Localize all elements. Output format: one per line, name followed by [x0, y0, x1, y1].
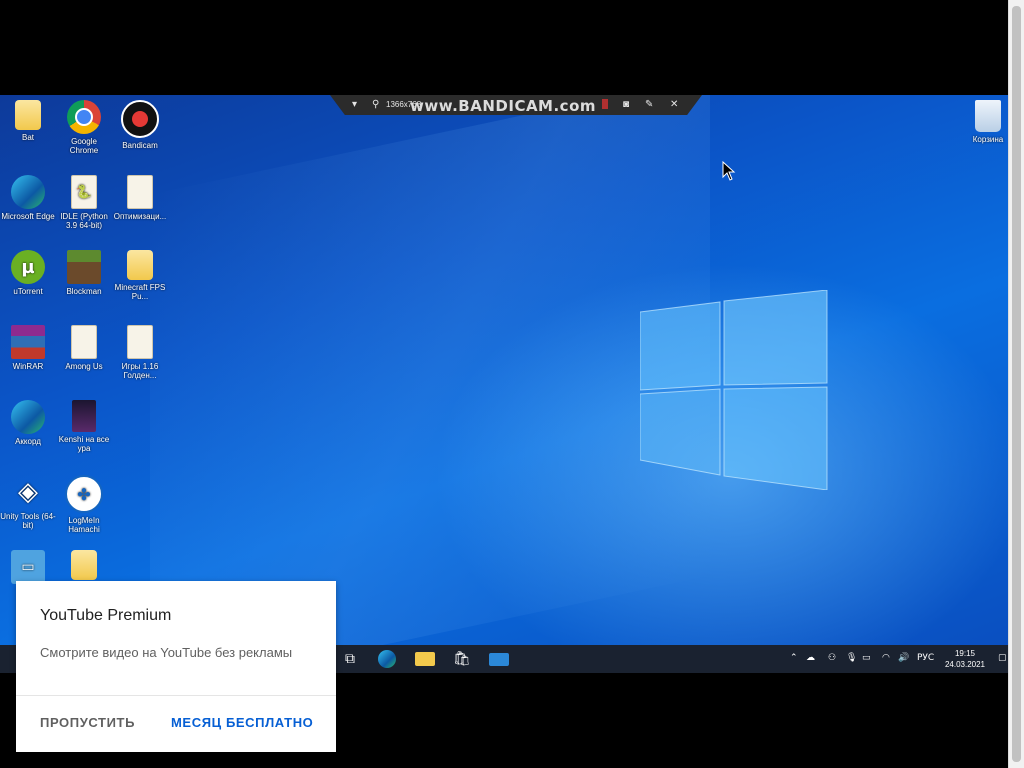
file-explorer-icon[interactable]: [415, 652, 435, 666]
desktop-icon-label: Игры 1.16 Голден...: [121, 362, 159, 380]
desktop-icon-label: uTorrent: [13, 287, 43, 296]
scrollbar-thumb[interactable]: [1012, 6, 1021, 762]
desktop-icon-label: Microsoft Edge: [1, 212, 55, 221]
winrar-icon: [11, 325, 45, 359]
cloud-icon[interactable]: ☁: [806, 653, 815, 663]
chevron-down-icon[interactable]: ▾: [352, 99, 357, 111]
youtube-premium-dialog: YouTube Premium Смотрите видео на YouTub…: [16, 581, 336, 752]
minecraft-icon: [67, 250, 101, 284]
desktop-icon[interactable]: ✤ LogMeIn Hamachi: [56, 475, 112, 534]
desktop-icon[interactable]: WinRAR: [0, 325, 56, 371]
unity-icon: ◈: [18, 476, 38, 507]
desktop-icon[interactable]: Bat: [0, 100, 56, 142]
chevron-up-icon[interactable]: ⌃: [790, 653, 798, 663]
bandicam-icon: [121, 100, 159, 138]
recycle-bin-label: Корзина: [972, 135, 1004, 144]
microphone-icon[interactable]: 🎙: [846, 653, 857, 663]
desktop-icon[interactable]: Оптимизаци...: [112, 175, 168, 221]
desktop-icon[interactable]: Bandicam: [112, 100, 168, 150]
game-icon: [72, 400, 96, 432]
utorrent-icon: µ: [11, 250, 45, 284]
document-icon: [71, 325, 97, 359]
battery-icon[interactable]: ▭: [862, 653, 871, 663]
bandicam-logo: www.BANDICAM.com: [410, 97, 597, 115]
desktop-icon-label: Bandicam: [122, 141, 158, 150]
desktop-icon[interactable]: Microsoft Edge: [0, 175, 56, 221]
desktop-icon-label: IDLE (Python 3.9 64-bit): [60, 212, 108, 230]
volume-icon[interactable]: 🔊: [898, 653, 909, 663]
document-icon: [127, 325, 153, 359]
dialog-message: Смотрите видео на YouTube без рекламы: [40, 645, 293, 660]
recycle-bin-icon: [975, 100, 1001, 132]
skip-button[interactable]: ПРОПУСТИТЬ: [40, 715, 135, 730]
mouse-cursor-icon: [722, 161, 736, 181]
dialog-title: YouTube Premium: [40, 607, 172, 624]
folder-icon: [71, 550, 97, 580]
desktop-icon-label: Аккорд: [15, 437, 41, 446]
folder-icon: [127, 175, 153, 209]
desktop-icon-label: Blockman: [66, 287, 102, 296]
recycle-bin[interactable]: Корзина: [966, 100, 1008, 144]
hamachi-icon: ✤: [65, 475, 103, 513]
edge-icon: [11, 175, 45, 209]
windows-desktop: ▾ ⚲ 1366x768 www.BANDICAM.com ◙ ✎ ✕ Bat …: [0, 95, 1008, 673]
desktop-icon[interactable]: Blockman: [56, 250, 112, 296]
desktop-icon[interactable]: Among Us: [56, 325, 112, 371]
desktop-icon[interactable]: Google Chrome: [56, 100, 112, 155]
clock-date: 24.03.2021: [944, 660, 986, 669]
desktop-icon[interactable]: [56, 550, 112, 583]
desktop-icon-label: WinRAR: [12, 362, 44, 371]
task-view-icon[interactable]: ⧉: [340, 650, 360, 668]
dialog-divider: [16, 695, 336, 696]
close-icon[interactable]: ✕: [670, 99, 678, 111]
taskbar-clock[interactable]: 19:15 24.03.2021: [938, 648, 992, 670]
record-indicator-icon: [602, 99, 608, 109]
wifi-icon[interactable]: ◠: [882, 653, 890, 663]
desktop-icon[interactable]: Minecraft FPS Pu...: [112, 250, 168, 301]
mail-icon[interactable]: [489, 653, 509, 666]
desktop-icon-label: Google Chrome: [69, 137, 99, 155]
desktop-icon-label: Unity Tools (64-bit): [0, 512, 56, 530]
desktop-icon[interactable]: µ uTorrent: [0, 250, 56, 296]
network-icon[interactable]: ⚇: [828, 653, 836, 663]
desktop-icon[interactable]: Kenshi на все ура: [56, 400, 112, 453]
pin-icon[interactable]: ⚲: [372, 99, 379, 111]
remote-desktop-icon: ▭: [11, 550, 45, 584]
chrome-icon: [67, 100, 101, 134]
desktop-icon[interactable]: Аккорд: [0, 400, 56, 446]
desktop-icon[interactable]: 🐍 IDLE (Python 3.9 64-bit): [56, 175, 112, 230]
free-trial-button[interactable]: МЕСЯЦ БЕСПЛАТНО: [171, 715, 313, 730]
edge-icon[interactable]: [378, 650, 396, 668]
desktop-icon[interactable]: ◈ Unity Tools (64-bit): [0, 475, 56, 531]
desktop-icon-label: Kenshi на все ура: [58, 435, 110, 453]
windows-logo: [640, 290, 828, 490]
desktop-icon-label: Bat: [21, 133, 34, 142]
desktop-icon[interactable]: Игры 1.16 Голден...: [112, 325, 168, 380]
input-language[interactable]: РУС: [917, 653, 934, 663]
edge-icon: [11, 400, 45, 434]
folder-icon: [127, 250, 153, 280]
clock-time: 19:15: [954, 649, 976, 658]
page-scrollbar[interactable]: [1008, 0, 1024, 768]
store-icon[interactable]: 🛍: [452, 650, 472, 668]
desktop-icon-label: Оптимизаци...: [113, 212, 167, 221]
desktop-icon-label: Minecraft FPS Pu...: [114, 283, 166, 301]
python-icon: 🐍: [71, 175, 97, 209]
notifications-icon[interactable]: ▢: [998, 653, 1007, 663]
desktop-icon-label: Among Us: [65, 362, 103, 371]
camera-icon[interactable]: ◙: [623, 99, 629, 111]
bandicam-toolbar: ▾ ⚲ 1366x768 www.BANDICAM.com ◙ ✎ ✕: [330, 95, 702, 115]
desktop-icon-label: LogMeIn Hamachi: [68, 516, 100, 534]
pencil-icon[interactable]: ✎: [645, 99, 653, 111]
folder-icon: [15, 100, 41, 130]
